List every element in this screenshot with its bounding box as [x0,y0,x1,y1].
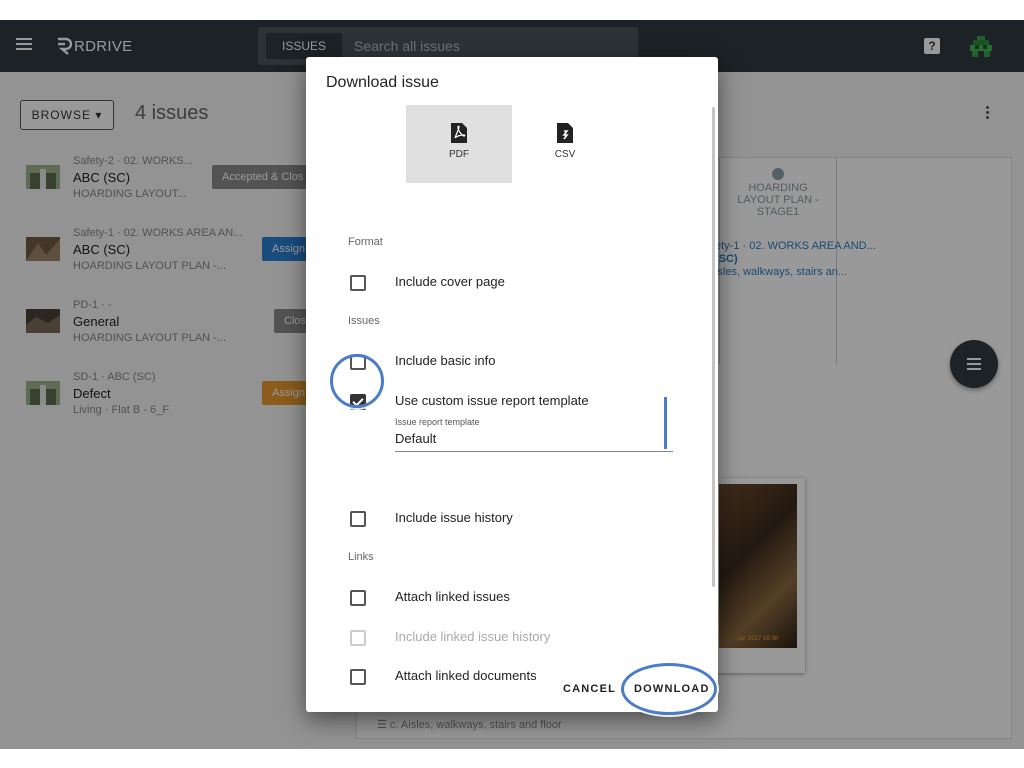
option-label: Include basic info [395,353,496,368]
dialog-title: Download issue [326,74,439,91]
field-focus-accent [664,397,667,449]
template-field-value: Default [395,431,437,446]
option-label: Include cover page [395,274,505,289]
option-attach-linked-issues[interactable]: Attach linked issues [350,588,690,608]
highlight-ring-checkbox [330,354,384,408]
option-issue-history[interactable]: Include issue history [350,509,690,529]
app-window: RDRIVE ISSUES Search all issues ? BROWSE… [0,20,1024,749]
dialog-scrollbar[interactable] [712,107,715,587]
option-label: Include linked issue history [395,629,551,644]
section-links: Links [348,551,374,563]
option-label: Use custom issue report template [395,393,589,408]
linked-issue-history-checkbox [350,630,366,646]
format-label: PDF [449,149,469,160]
csv-file-icon [557,123,573,143]
section-issues: Issues [348,315,380,327]
issue-report-template-select[interactable]: Issue report template Default [395,415,673,452]
cover-page-checkbox[interactable] [350,275,366,291]
pdf-file-icon [451,123,467,143]
highlight-ring-download [621,663,717,715]
option-cover-page[interactable]: Include cover page [350,273,690,293]
option-linked-issue-history: Include linked issue history [350,628,690,648]
template-field-label: Issue report template [395,417,480,427]
option-basic-info[interactable]: Include basic info [350,352,690,372]
attach-linked-issues-checkbox[interactable] [350,590,366,606]
format-label: CSV [554,149,576,160]
format-selector: PDF CSV [406,105,618,183]
format-option-pdf[interactable]: PDF [406,105,512,183]
section-format: Format [348,236,383,248]
option-custom-template[interactable]: Use custom issue report template [350,392,690,412]
option-label: Include issue history [395,510,513,525]
issue-history-checkbox[interactable] [350,511,366,527]
format-option-csv[interactable]: CSV [512,105,618,183]
option-label: Attach linked issues [395,589,510,604]
cancel-button[interactable]: CANCEL [563,683,616,695]
